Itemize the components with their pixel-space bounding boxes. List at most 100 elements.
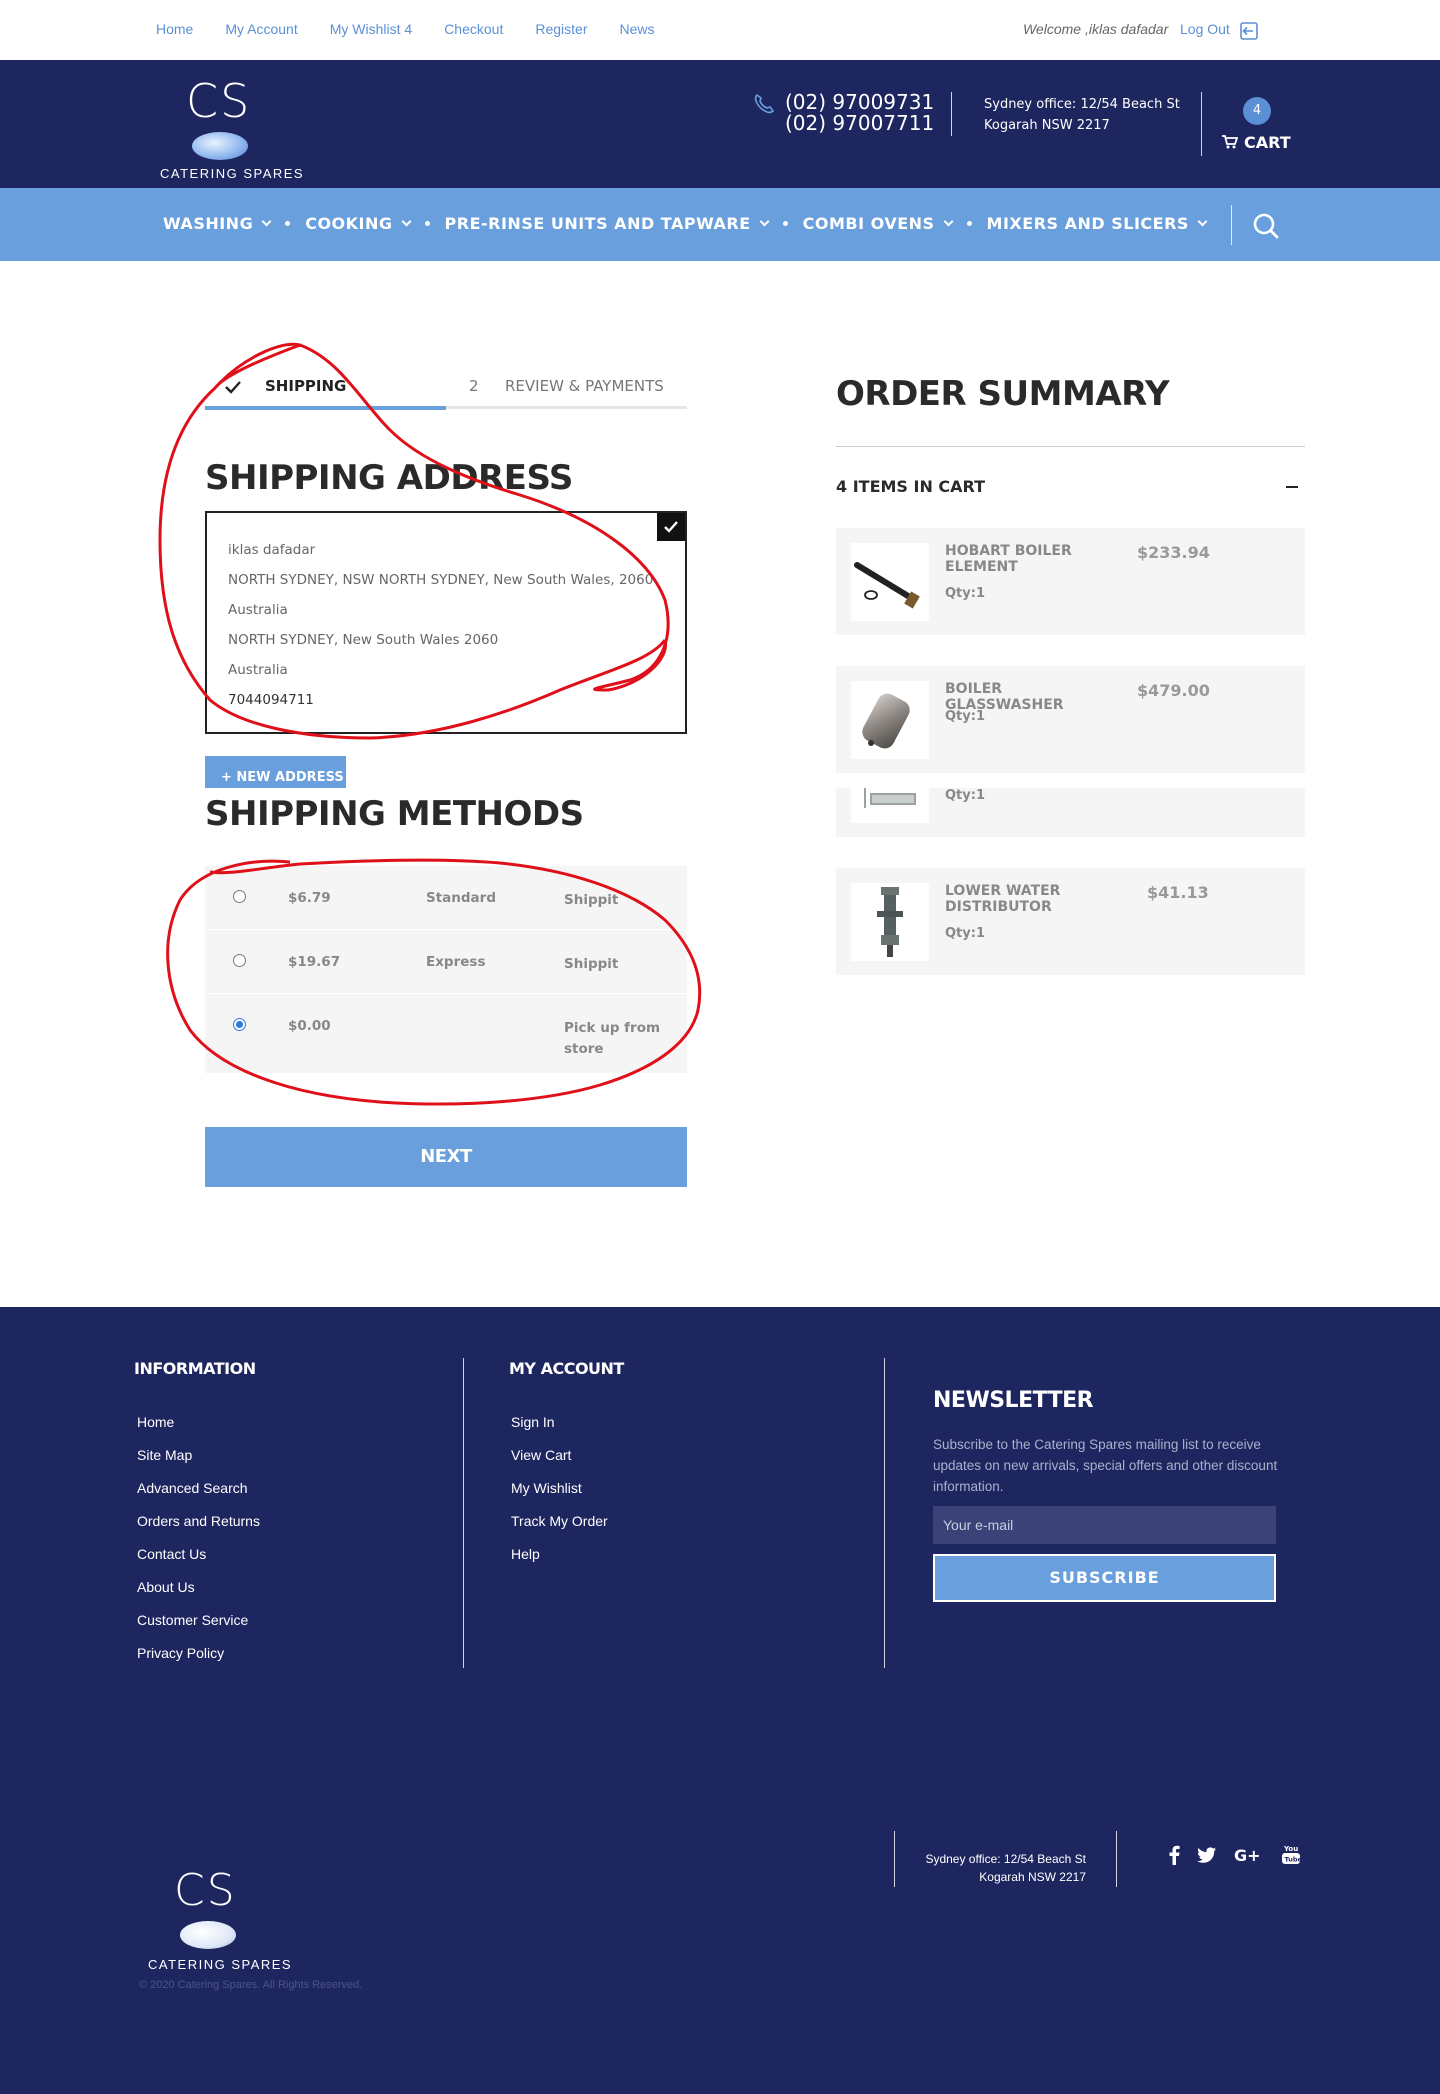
address-street: NORTH SYDNEY, NSW NORTH SYDNEY, New Sout… [228,572,654,588]
youtube-icon[interactable]: You Tube [1281,1844,1301,1866]
footer-link-contact-us[interactable]: Contact Us [137,1538,260,1571]
boiler-element-image [854,562,920,609]
footer-account-links: Sign In View Cart My Wishlist Track My O… [511,1406,608,1571]
address-lines: iklas dafadar NORTH SYDNEY, NSW NORTH SY… [228,535,653,715]
address-phone: 7044094711 [228,692,314,708]
nav-item-washing[interactable]: WASHING [163,214,272,233]
copyright: © 2020 Catering Spares. All Rights Reser… [139,1979,363,1991]
nav-item-cooking[interactable]: COOKING [305,214,411,233]
logout-icon[interactable] [1238,20,1260,42]
footer-office-address: Sydney office: 12/54 Beach St Kogarah NS… [906,1850,1086,1886]
shipping-method-row[interactable]: $0.00 Pick up from store [205,994,687,1074]
product-thumbnail[interactable] [851,543,929,621]
next-button[interactable]: NEXT [205,1127,687,1187]
step-review-payments[interactable]: REVIEW & PAYMENTS [505,377,664,395]
nav-dot [424,221,430,226]
order-summary-title: ORDER SUMMARY [836,374,1170,414]
new-address-button[interactable]: + NEW ADDRESS [205,756,346,788]
site-logo[interactable]: CS CATERING SPARES [158,74,303,181]
footer-link-view-cart[interactable]: View Cart [511,1439,608,1472]
product-name[interactable]: LOWER WATER DISTRIBUTOR [945,883,1115,915]
footer-logo-tagline: CATERING SPARES [148,1957,293,1972]
footer-link-sign-in[interactable]: Sign In [511,1406,608,1439]
shipping-methods-title: SHIPPING METHODS [205,794,584,834]
nav-item-mixers-slicers[interactable]: MIXERS AND SLICERS [987,214,1208,233]
shipping-method-row[interactable]: $6.79 Standard Shippit [205,866,687,930]
top-link-checkout[interactable]: Checkout [444,21,503,37]
product-qty: Qty:1 [945,709,985,724]
footer-logo-letters: CS [174,1865,237,1916]
facebook-icon[interactable] [1164,1844,1184,1866]
cart-button[interactable]: CART [1222,133,1291,152]
top-link-home[interactable]: Home [156,21,193,37]
footer-account-title: MY ACCOUNT [509,1359,624,1378]
logout-link[interactable]: Log Out [1180,21,1230,37]
method-radio[interactable] [233,890,246,903]
footer-link-track-order[interactable]: Track My Order [511,1505,608,1538]
footer-link-customer-service[interactable]: Customer Service [137,1604,260,1637]
header-divider [951,92,952,136]
footer-divider [463,1358,464,1668]
site-header: CS CATERING SPARES (02) 97009731 (02) 97… [0,60,1440,188]
footer-link-privacy-policy[interactable]: Privacy Policy [137,1637,260,1670]
google-plus-icon[interactable]: G+ [1234,1844,1262,1866]
office-line-1: Sydney office: 12/54 Beach St [984,97,1180,112]
footer-link-orders-returns[interactable]: Orders and Returns [137,1505,260,1538]
product-name[interactable]: HOBART BOILER ELEMENT [945,543,1115,575]
footer-divider [884,1358,885,1668]
checkout-progress: SHIPPING 2 REVIEW & PAYMENTS [205,368,687,412]
product-price: $41.13 [1147,883,1209,902]
header-divider [1201,92,1202,156]
product-thumbnail[interactable] [851,883,929,961]
footer-link-my-wishlist[interactable]: My Wishlist [511,1472,608,1505]
method-radio-selected[interactable] [233,1018,246,1031]
cart-count-badge: 4 [1243,97,1271,125]
method-radio[interactable] [233,954,246,967]
footer-divider [1116,1831,1117,1887]
chevron-down-icon [943,216,953,226]
selected-address-card[interactable]: iklas dafadar NORTH SYDNEY, NSW NORTH SY… [205,511,687,734]
phone-icon [754,93,775,114]
footer-link-about-us[interactable]: About Us [137,1571,260,1604]
cart-item: HOBART BOILER ELEMENT $233.94 Qty:1 [836,528,1305,635]
welcome-message: Welcome ,iklas dafadar [1023,21,1169,37]
nav-dot [782,221,788,226]
collapse-icon[interactable] [1286,486,1298,488]
nav-item-pre-rinse[interactable]: PRE-RINSE UNITS AND TAPWARE [445,214,770,233]
method-price: $0.00 [288,1018,331,1034]
items-in-cart-toggle[interactable]: 4 ITEMS IN CART [836,477,985,496]
step-shipping[interactable]: SHIPPING [265,377,346,395]
shipping-method-row[interactable]: $19.67 Express Shippit [205,930,687,994]
footer-logo-disc [180,1921,236,1949]
footer-information-title: INFORMATION [134,1359,256,1378]
top-link-register[interactable]: Register [535,21,587,37]
footer-office-line-2: Kogarah NSW 2217 [979,1870,1086,1884]
site-footer: INFORMATION Home Site Map Advanced Searc… [0,1307,1440,2094]
cart-item: LOWER WATER DISTRIBUTOR $41.13 Qty:1 [836,868,1305,975]
nav-divider [1231,205,1232,245]
top-link-news[interactable]: News [619,21,654,37]
step-number: 2 [469,377,479,395]
address-city: NORTH SYDNEY, New South Wales 2060 [228,632,499,648]
search-icon[interactable] [1252,212,1280,240]
phone-number-2[interactable]: (02) 97007711 [785,113,934,134]
product-qty: Qty:1 [945,586,985,601]
footer-link-advanced-search[interactable]: Advanced Search [137,1472,260,1505]
twitter-icon[interactable] [1197,1844,1217,1866]
nav-item-combi-ovens[interactable]: COMBI OVENS [803,214,953,233]
top-link-my-wishlist[interactable]: My Wishlist 4 [330,21,412,37]
subscribe-button[interactable]: SUBSCRIBE [933,1554,1276,1602]
top-links: Home My Account My Wishlist 4 Checkout R… [156,21,655,37]
newsletter-email-input[interactable] [933,1506,1276,1544]
nav-dot [966,221,972,226]
product-thumbnail[interactable] [851,681,929,759]
footer-link-help[interactable]: Help [511,1538,608,1571]
footer-logo[interactable]: CS CATERING SPARES [146,1865,291,1972]
phone-number-1[interactable]: (02) 97009731 [785,92,934,113]
footer-link-home[interactable]: Home [137,1406,260,1439]
product-thumbnail[interactable] [851,788,929,823]
footer-link-site-map[interactable]: Site Map [137,1439,260,1472]
cart-icon [1222,135,1239,149]
nav-label: COOKING [305,214,393,233]
top-link-my-account[interactable]: My Account [225,21,297,37]
